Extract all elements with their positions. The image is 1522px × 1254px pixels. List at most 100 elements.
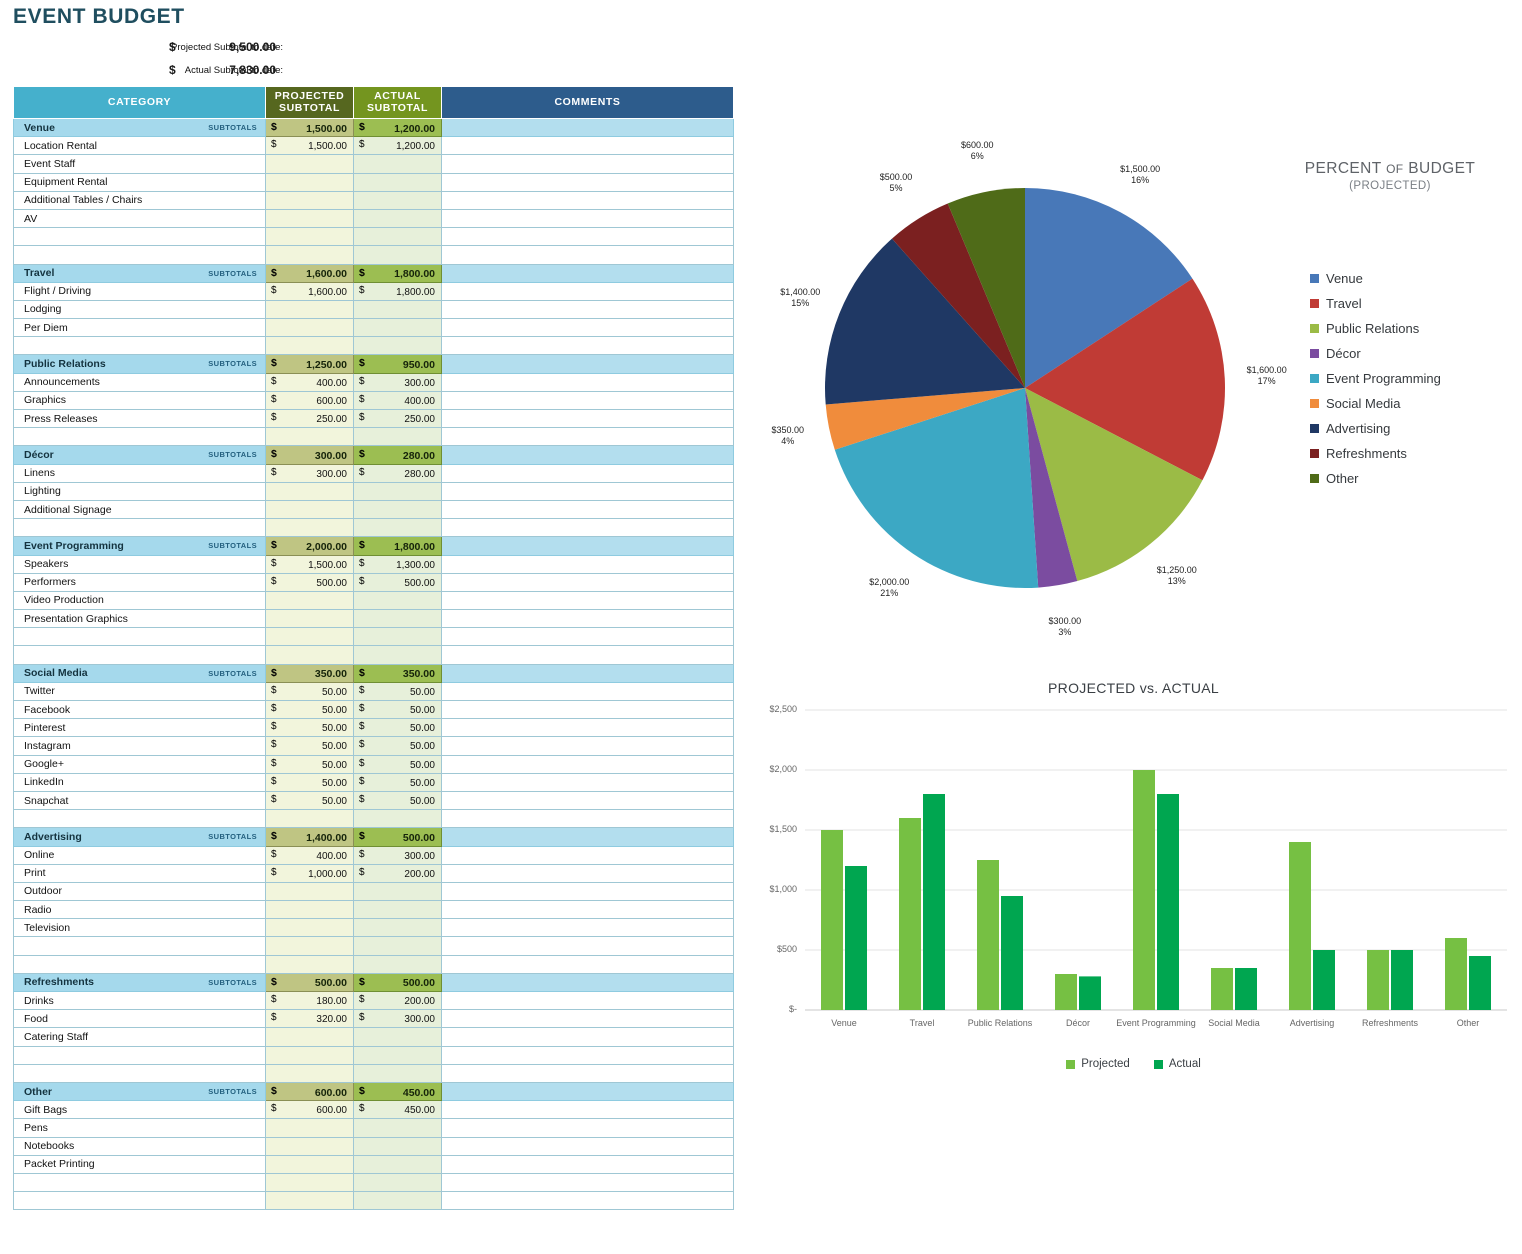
bar-legend-item-actual[interactable]: Actual (1153, 1058, 1201, 1070)
table-row[interactable]: Performers $500.00 $500.00 (13, 572, 734, 592)
bar-projected-advertising[interactable] (1289, 842, 1311, 1010)
actual-cell[interactable] (353, 172, 442, 192)
projected-cell[interactable] (265, 627, 354, 647)
line-item-cell[interactable] (13, 1063, 266, 1083)
line-item-cell[interactable] (13, 518, 266, 538)
comments-cell[interactable] (441, 863, 734, 883)
comments-cell[interactable] (441, 518, 734, 538)
comments-cell[interactable] (441, 245, 734, 265)
projected-cell[interactable] (265, 1045, 354, 1065)
comments-cell[interactable] (441, 718, 734, 738)
line-item-cell[interactable]: Graphics (13, 390, 266, 411)
projected-cell[interactable]: $1,250.00 (265, 354, 354, 374)
bar-projected-other[interactable] (1445, 938, 1467, 1010)
actual-cell[interactable]: $500.00 (353, 572, 442, 592)
bar-actual-venue[interactable] (845, 866, 867, 1010)
table-row[interactable] (13, 645, 734, 665)
line-item-cell[interactable] (13, 954, 266, 974)
comments-cell[interactable] (441, 1154, 734, 1174)
line-item-cell[interactable]: Additional Tables / Chairs (13, 190, 266, 210)
line-item-cell[interactable]: Presentation Graphics (13, 609, 266, 629)
actual-cell[interactable] (353, 208, 442, 229)
projected-cell[interactable]: $1,500.00 (265, 554, 354, 574)
table-row[interactable]: Television (13, 918, 734, 938)
actual-cell[interactable] (353, 481, 442, 501)
comments-cell[interactable] (441, 1081, 734, 1102)
projected-cell[interactable]: $300.00 (265, 445, 354, 465)
actual-cell[interactable]: $1,800.00 (353, 536, 442, 556)
line-item-cell[interactable] (13, 427, 266, 447)
actual-cell[interactable]: $1,200.00 (353, 117, 442, 138)
comments-cell[interactable] (441, 299, 734, 320)
actual-cell[interactable]: $400.00 (353, 390, 442, 411)
actual-cell[interactable]: $200.00 (353, 863, 442, 883)
line-item-cell[interactable]: Online (13, 845, 266, 865)
actual-cell[interactable]: $1,200.00 (353, 136, 442, 156)
table-row[interactable]: Linens $300.00 $280.00 (13, 463, 734, 483)
projected-cell[interactable] (265, 481, 354, 501)
actual-cell[interactable]: $250.00 (353, 408, 442, 429)
table-row[interactable] (13, 1045, 734, 1065)
actual-cell[interactable]: $1,800.00 (353, 263, 442, 283)
comments-cell[interactable] (441, 790, 734, 811)
line-item-cell[interactable]: LinkedIn (13, 772, 266, 792)
comments-cell[interactable] (441, 881, 734, 902)
bar-projected-refreshments[interactable] (1367, 950, 1389, 1010)
actual-cell[interactable] (353, 809, 442, 829)
table-row[interactable]: Pens (13, 1118, 734, 1138)
bar-legend-item-projected[interactable]: Projected (1066, 1058, 1130, 1070)
comments-cell[interactable] (441, 772, 734, 792)
projected-cell[interactable]: $50.00 (265, 736, 354, 756)
table-row[interactable] (13, 227, 734, 247)
category-subtotal-row[interactable]: Other SUBTOTALS $600.00 $450.00 (13, 1081, 734, 1102)
table-row[interactable] (13, 954, 734, 974)
comments-cell[interactable] (441, 408, 734, 429)
table-row[interactable] (13, 245, 734, 265)
actual-cell[interactable]: $50.00 (353, 772, 442, 792)
actual-cell[interactable]: $450.00 (353, 1100, 442, 1120)
comments-cell[interactable] (441, 336, 734, 356)
projected-cell[interactable] (265, 1191, 354, 1211)
actual-cell[interactable] (353, 609, 442, 629)
actual-cell[interactable] (353, 645, 442, 665)
bar-projected-public-relations[interactable] (977, 860, 999, 1010)
comments-cell[interactable] (441, 809, 734, 829)
category-name-cell[interactable]: Refreshments SUBTOTALS (13, 972, 266, 993)
line-item-cell[interactable]: Press Releases (13, 408, 266, 429)
table-row[interactable]: Radio (13, 900, 734, 920)
projected-cell[interactable]: $600.00 (265, 1081, 354, 1102)
comments-cell[interactable] (441, 263, 734, 283)
bar-projected-event-programming[interactable] (1133, 770, 1155, 1010)
actual-cell[interactable]: $300.00 (353, 372, 442, 392)
comments-cell[interactable] (441, 354, 734, 374)
line-item-cell[interactable]: Snapchat (13, 790, 266, 811)
table-row[interactable]: Video Production (13, 590, 734, 611)
bar-projected-d-cor[interactable] (1055, 974, 1077, 1010)
projected-cell[interactable] (265, 954, 354, 974)
projected-cell[interactable] (265, 1136, 354, 1156)
actual-cell[interactable] (353, 900, 442, 920)
category-name-cell[interactable]: Other SUBTOTALS (13, 1081, 266, 1102)
category-subtotal-row[interactable]: Advertising SUBTOTALS $1,400.00 $500.00 (13, 827, 734, 847)
comments-cell[interactable] (441, 499, 734, 520)
line-item-cell[interactable]: Video Production (13, 590, 266, 611)
table-row[interactable]: Food $320.00 $300.00 (13, 1009, 734, 1029)
actual-cell[interactable] (353, 154, 442, 174)
legend-item-social-media[interactable]: Social Media (1310, 391, 1441, 416)
category-subtotal-row[interactable]: Event Programming SUBTOTALS $2,000.00 $1,80… (13, 536, 734, 556)
line-item-cell[interactable]: Television (13, 918, 266, 938)
comments-cell[interactable] (441, 208, 734, 229)
legend-item-d-cor[interactable]: Décor (1310, 341, 1441, 366)
line-item-cell[interactable]: Facebook (13, 699, 266, 720)
bar-actual-refreshments[interactable] (1391, 950, 1413, 1010)
actual-cell[interactable]: $50.00 (353, 681, 442, 702)
projected-cell[interactable]: $50.00 (265, 754, 354, 774)
comments-cell[interactable] (441, 117, 734, 138)
category-name-cell[interactable]: Public Relations SUBTOTALS (13, 354, 266, 374)
comments-cell[interactable] (441, 645, 734, 665)
comments-cell[interactable] (441, 699, 734, 720)
actual-cell[interactable] (353, 1172, 442, 1193)
table-row[interactable] (13, 427, 734, 447)
actual-cell[interactable] (353, 954, 442, 974)
projected-cell[interactable] (265, 299, 354, 320)
